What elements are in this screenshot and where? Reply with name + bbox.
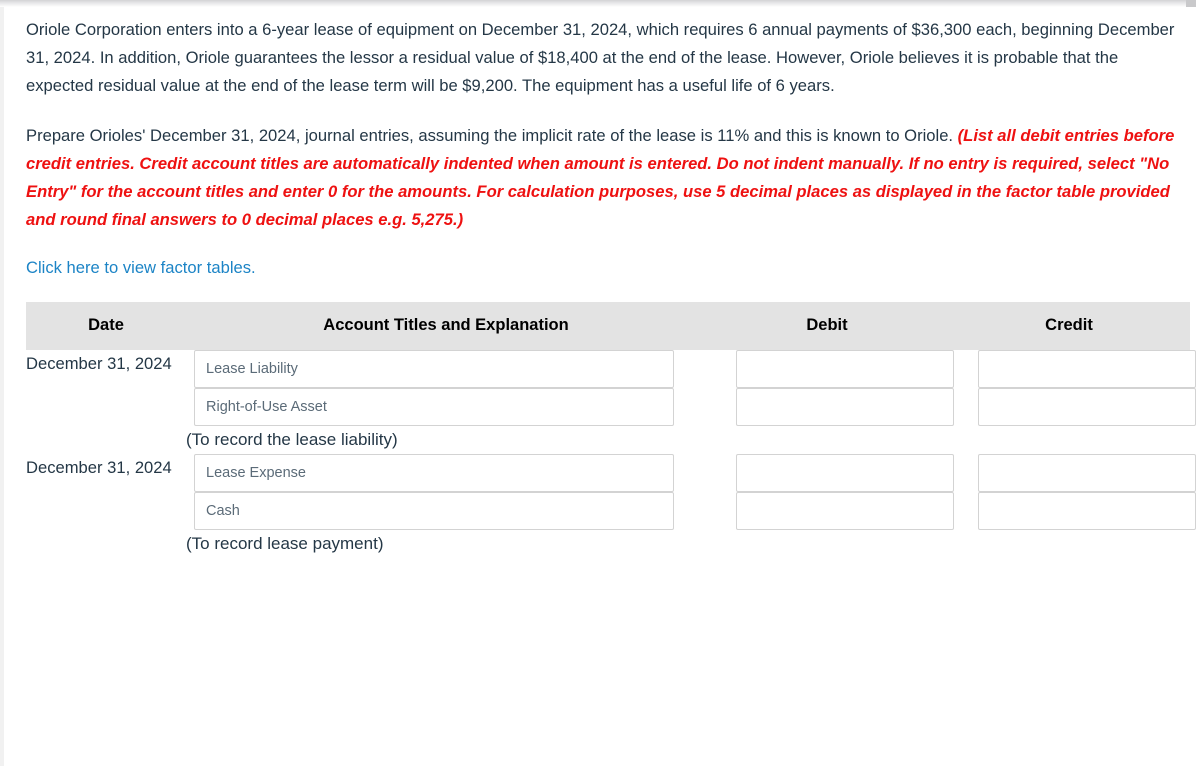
header-date: Date — [26, 302, 186, 350]
account-title-input[interactable] — [194, 350, 674, 388]
table-row: December 31, 2024 — [26, 454, 1196, 530]
question-content: Oriole Corporation enters into a 6-year … — [4, 7, 1196, 558]
credit-amount-input[interactable] — [978, 492, 1196, 530]
header-debit: Debit — [706, 302, 948, 350]
page-top-shadow-strip — [0, 0, 1196, 7]
entry-memo: (To record the lease liability) — [186, 426, 706, 454]
header-credit: Credit — [948, 302, 1190, 350]
debit-amount-input[interactable] — [736, 492, 954, 530]
account-title-input[interactable] — [194, 454, 674, 492]
table-row: December 31, 2024 — [26, 350, 1196, 426]
credit-cell — [948, 388, 1196, 426]
journal-table-body: December 31, 2024 Lease Liability Right-… — [26, 350, 1196, 558]
credit-amount-input[interactable] — [978, 350, 1196, 388]
memo-credit-spacer — [948, 426, 1190, 454]
table-row: (To record lease payment) — [26, 530, 1190, 558]
memo-credit-spacer — [948, 530, 1190, 558]
credit-amount-input[interactable] — [978, 388, 1196, 426]
problem-prompt-lead: Prepare Orioles' December 31, 2024, jour… — [26, 126, 958, 145]
memo-date-spacer — [26, 530, 186, 558]
table-row — [26, 388, 1196, 426]
entry-memo: (To record lease payment) — [186, 530, 706, 558]
header-account-titles: Account Titles and Explanation — [186, 302, 706, 350]
account-cell — [186, 454, 706, 492]
debit-amount-input[interactable] — [736, 388, 954, 426]
credit-cell — [948, 350, 1196, 388]
debit-cell — [706, 454, 954, 492]
account-cell — [186, 388, 706, 426]
table-row: (To record the lease liability) — [26, 426, 1190, 454]
credit-amount-input[interactable] — [978, 454, 1196, 492]
table-row — [26, 492, 1196, 530]
entry-date-cell: December 31, 2024 — [26, 350, 186, 426]
debit-amount-input[interactable] — [736, 350, 954, 388]
question-page: Oriole Corporation enters into a 6-year … — [4, 7, 1196, 766]
journal-entry-table: Date Account Titles and Explanation Debi… — [26, 302, 1196, 558]
journal-table-header: Date Account Titles and Explanation Debi… — [26, 302, 1190, 350]
problem-paragraph-1: Oriole Corporation enters into a 6-year … — [26, 20, 1175, 95]
credit-cell — [948, 492, 1196, 530]
account-cell — [186, 492, 706, 530]
memo-debit-spacer — [706, 426, 948, 454]
account-title-input[interactable] — [194, 492, 674, 530]
credit-cell — [948, 454, 1196, 492]
account-cell — [186, 350, 706, 388]
memo-debit-spacer — [706, 530, 948, 558]
debit-amount-input[interactable] — [736, 454, 954, 492]
debit-cell — [706, 492, 954, 530]
problem-paragraph-2: Prepare Orioles' December 31, 2024, jour… — [26, 122, 1186, 234]
entry-date-cell: December 31, 2024 — [26, 454, 186, 530]
journal-header-row: Date Account Titles and Explanation Debi… — [26, 302, 1190, 350]
memo-date-spacer — [26, 426, 186, 454]
debit-cell — [706, 350, 954, 388]
account-title-input[interactable] — [194, 388, 674, 426]
factor-tables-link[interactable]: Click here to view factor tables. — [26, 256, 256, 280]
debit-cell — [706, 388, 954, 426]
